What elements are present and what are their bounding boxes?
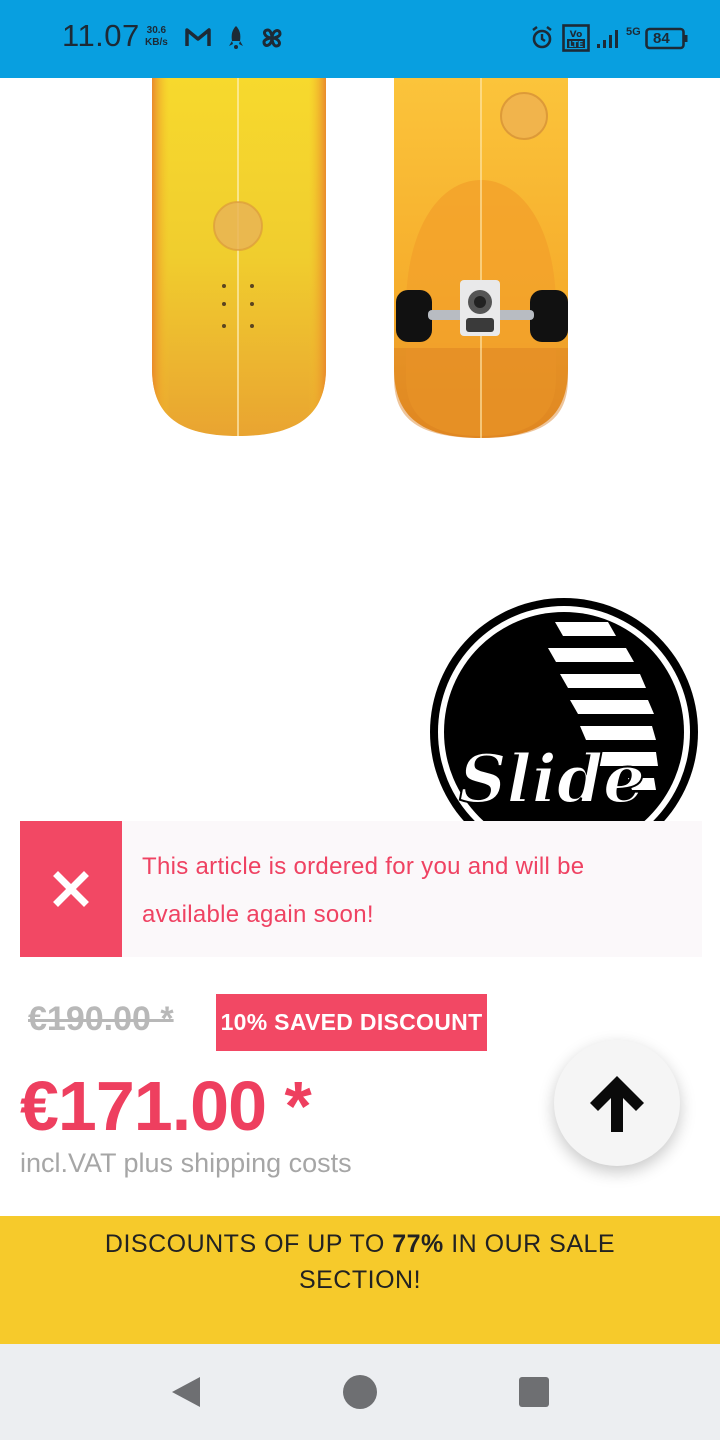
promo-text: DISCOUNTS OF UP TO 77% IN OUR SALE SECTI… bbox=[60, 1226, 660, 1298]
signal-icon bbox=[596, 26, 626, 54]
navigation-bar bbox=[0, 1344, 720, 1440]
net-speed-unit: KB/s bbox=[145, 37, 168, 48]
close-icon bbox=[20, 821, 122, 957]
status-bar: 11.07 30.6 KB/s Vo LTE 5G 84 bbox=[0, 0, 720, 78]
svg-text:LTE: LTE bbox=[569, 40, 584, 49]
vat-note: incl.VAT plus shipping costs bbox=[20, 1148, 352, 1178]
pinwheel-icon bbox=[258, 24, 286, 56]
home-icon[interactable] bbox=[340, 1372, 380, 1412]
brand-logo: Slide bbox=[420, 590, 720, 822]
availability-notice: This article is ordered for you and will… bbox=[20, 821, 702, 957]
current-price: €171.00 * bbox=[20, 1067, 312, 1145]
gmail-icon bbox=[184, 24, 212, 54]
clock: 11.07 bbox=[62, 18, 140, 53]
recents-icon[interactable] bbox=[514, 1372, 554, 1412]
battery-level: 84 bbox=[653, 30, 670, 47]
promo-highlight: 77% bbox=[392, 1230, 444, 1258]
skateboard-bottom-view bbox=[394, 78, 568, 438]
skateboard-top-view bbox=[152, 78, 326, 436]
product-page: 11.07 30.6 KB/s Vo LTE 5G 84 Slide This … bbox=[0, 0, 720, 1440]
notice-message: This article is ordered for you and will… bbox=[142, 853, 585, 928]
network-type: 5G bbox=[626, 26, 641, 38]
net-speed: 30.6 KB/s bbox=[145, 25, 168, 49]
arrow-up-icon bbox=[590, 1076, 644, 1132]
svg-text:Vo: Vo bbox=[570, 30, 583, 40]
net-speed-value: 30.6 bbox=[146, 25, 167, 36]
battery-icon: 84 bbox=[645, 27, 689, 55]
volte-icon: Vo LTE bbox=[562, 24, 590, 56]
product-image[interactable] bbox=[0, 78, 720, 518]
old-price: €190.00 * bbox=[28, 1000, 174, 1038]
discount-badge: 10% SAVED DISCOUNT bbox=[216, 994, 487, 1051]
promo-prefix: DISCOUNTS OF UP TO bbox=[104, 1230, 393, 1258]
sale-promo-banner[interactable]: DISCOUNTS OF UP TO 77% IN OUR SALE SECTI… bbox=[0, 1216, 720, 1344]
rocket-icon bbox=[226, 24, 246, 56]
alarm-icon bbox=[530, 24, 554, 56]
brand-logo-text: Slide bbox=[459, 740, 645, 818]
back-icon[interactable] bbox=[166, 1372, 206, 1412]
scroll-to-top-button[interactable] bbox=[554, 1040, 680, 1166]
